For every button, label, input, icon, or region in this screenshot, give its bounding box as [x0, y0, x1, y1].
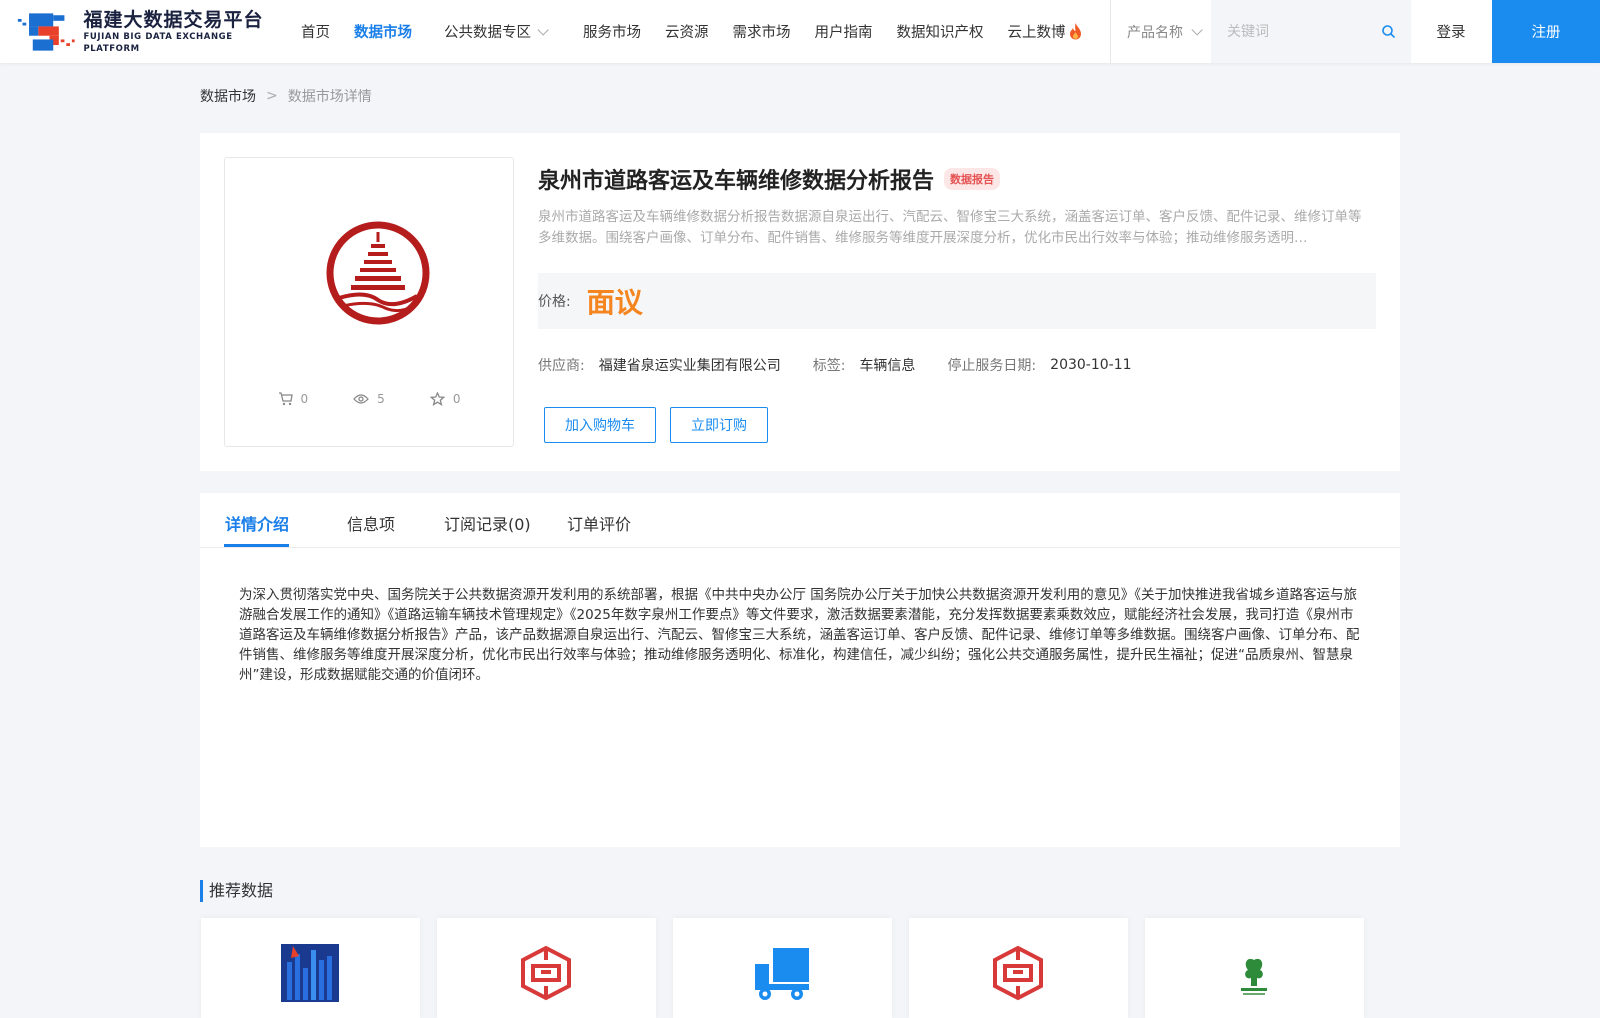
cart-icon — [278, 392, 293, 406]
nav-user-guide[interactable]: 用户指南 — [815, 21, 873, 42]
cart-count: 0 — [278, 392, 309, 406]
product-card: 0 5 0 泉州市道路客运及车辆维修数据分析报告 数据报告 泉州市道路客运及车辆… — [200, 133, 1400, 471]
product-description: 泉州市道路客运及车辆维修数据分析报告数据源自泉运出行、汽配云、智修宝三大系统，涵… — [538, 209, 1362, 246]
view-count: 5 — [353, 392, 385, 406]
fire-icon — [1069, 23, 1081, 40]
red-maze-logo-icon — [993, 945, 1043, 1001]
nav-public-data-label: 公共数据专区 — [444, 25, 531, 41]
product-title: 泉州市道路客运及车辆维修数据分析报告 — [538, 169, 935, 194]
breadcrumb: 数据市场 > 数据市场详情 — [200, 86, 372, 106]
breadcrumb-root[interactable]: 数据市场 — [200, 86, 256, 106]
recommended-item[interactable] — [1145, 918, 1364, 1018]
red-maze-logo-icon — [521, 945, 571, 1001]
nav-home[interactable]: 首页 — [301, 21, 330, 42]
tab-order-reviews[interactable]: 订单评价 — [567, 511, 631, 535]
action-buttons: 加入购物车 立即订购 — [544, 407, 782, 443]
recommended-item[interactable] — [201, 918, 420, 1018]
chevron-down-icon — [537, 23, 549, 36]
blue-truck-logo-icon — [755, 948, 809, 1000]
main-nav: 首页 数据市场 公共数据专区 服务市场 云资源 需求市场 用户指南 数据知识产权… — [301, 0, 1106, 63]
nav-cloud-expo[interactable]: 云上数博 — [1008, 21, 1082, 42]
product-thumbnail: 0 5 0 — [224, 157, 514, 447]
search-icon[interactable] — [1382, 25, 1395, 38]
breadcrumb-separator: > — [266, 88, 278, 104]
supplier-label: 供应商: — [538, 358, 585, 374]
search-input[interactable] — [1227, 23, 1377, 40]
nav-public-data[interactable]: 公共数据专区 — [444, 21, 549, 42]
recommended-item[interactable] — [437, 918, 656, 1018]
end-date-value: 2030-10-11 — [1050, 357, 1132, 373]
login-button[interactable]: 登录 — [1410, 0, 1492, 63]
recommended-item[interactable] — [909, 918, 1128, 1018]
top-header: 福建大数据交易平台 FUJIAN BIG DATA EXCHANGE PLATF… — [0, 0, 1600, 63]
search-type-value: 产品名称 — [1127, 24, 1183, 41]
view-count-value: 5 — [377, 392, 385, 406]
green-plant-logo-icon — [1241, 958, 1267, 995]
site-logo[interactable]: 福建大数据交易平台 FUJIAN BIG DATA EXCHANGE PLATF… — [16, 9, 278, 55]
end-date-label: 停止服务日期: — [947, 358, 1037, 374]
search-box — [1211, 0, 1411, 63]
star-icon — [429, 392, 445, 406]
nav-service-market[interactable]: 服务市场 — [583, 21, 641, 42]
tag-value: 车辆信息 — [859, 358, 916, 374]
favorite-count[interactable]: 0 — [429, 392, 461, 406]
recommended-title: 推荐数据 — [200, 880, 273, 902]
logo-mark-icon — [17, 13, 75, 51]
nav-cloud-resources[interactable]: 云资源 — [665, 21, 709, 42]
tab-info-items[interactable]: 信息项 — [347, 511, 395, 535]
eye-icon — [353, 394, 370, 404]
price-label: 价格: — [538, 294, 571, 310]
recommended-item[interactable] — [673, 918, 892, 1018]
city-skyline-logo-icon — [281, 944, 339, 1002]
register-button[interactable]: 注册 — [1492, 0, 1600, 63]
nav-demand-market[interactable]: 需求市场 — [733, 21, 791, 42]
price-value: 面议 — [586, 286, 643, 319]
add-to-cart-button[interactable]: 加入购物车 — [544, 407, 656, 443]
search-type-select[interactable]: 产品名称 — [1111, 0, 1211, 63]
detail-tabs: 详情介绍 信息项 订阅记录(0) 订单评价 — [200, 493, 1400, 548]
nav-data-ip[interactable]: 数据知识产权 — [897, 21, 984, 42]
tab-details[interactable]: 详情介绍 — [225, 511, 289, 535]
active-tab-indicator — [224, 544, 289, 547]
supplier-value: 福建省泉运实业集团有限公司 — [598, 358, 781, 374]
favorite-count-value: 0 — [452, 392, 461, 406]
company-logo-icon — [326, 221, 430, 325]
search-area: 产品名称 — [1110, 0, 1411, 63]
logo-title-en: FUJIAN BIG DATA EXCHANGE PLATFORM — [83, 32, 233, 54]
product-type-badge: 数据报告 — [944, 168, 1001, 190]
price-box: 价格: 面议 — [538, 273, 1376, 329]
detail-description: 为深入贯彻落实党中央、国务院关于公共数据资源开发利用的系统部署，根据《中共中央办… — [239, 587, 1360, 683]
product-stats: 0 5 0 — [225, 392, 513, 406]
tab-subscription-records[interactable]: 订阅记录(0) — [444, 511, 531, 535]
chevron-down-icon — [1191, 23, 1203, 36]
logo-title-cn: 福建大数据交易平台 — [83, 9, 264, 31]
tag-label: 标签: — [812, 358, 846, 374]
breadcrumb-current: 数据市场详情 — [287, 89, 372, 105]
cart-count-value: 0 — [300, 392, 309, 406]
subscribe-button[interactable]: 立即订购 — [670, 407, 768, 443]
product-title-row: 泉州市道路客运及车辆维修数据分析报告 数据报告 — [538, 163, 1001, 195]
detail-card: 详情介绍 信息项 订阅记录(0) 订单评价 为深入贯彻落实党中央、国务院关于公共… — [200, 493, 1400, 847]
product-meta: 供应商: 福建省泉运实业集团有限公司 标签: 车辆信息 停止服务日期: 2030… — [538, 355, 1164, 375]
nav-cloud-expo-label: 云上数博 — [1007, 25, 1066, 41]
nav-data-market[interactable]: 数据市场 — [354, 21, 412, 42]
